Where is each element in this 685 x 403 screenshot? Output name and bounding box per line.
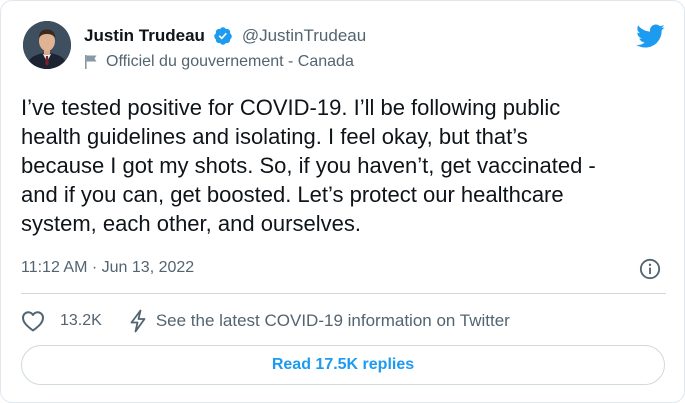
timestamp-separator: ·	[91, 259, 98, 276]
twitter-bird-icon[interactable]	[635, 23, 665, 49]
avatar[interactable]	[23, 21, 71, 69]
verified-badge-icon	[213, 26, 233, 46]
flag-icon	[85, 55, 97, 69]
tweet-text: I’ve tested positive for COVID-19. I’ll …	[21, 95, 596, 236]
read-replies-button[interactable]: Read 17.5K replies	[21, 345, 665, 385]
author-name[interactable]: Justin Trudeau	[84, 26, 205, 45]
author-handle[interactable]: @JustinTrudeau	[242, 26, 366, 45]
government-label: Officiel du gouvernement - Canada	[84, 53, 354, 71]
tweet-time: 11:12 AM	[21, 259, 88, 276]
author-info: Justin Trudeau @JustinTrudeau	[84, 26, 366, 46]
like-count[interactable]: 13.2K	[60, 312, 102, 330]
divider	[21, 293, 666, 294]
covid-info-link[interactable]: See the latest COVID-19 information on T…	[156, 311, 510, 331]
tweet-date: Jun 13, 2022	[101, 259, 195, 276]
tweet-card: Justin Trudeau @JustinTrudeau Officiel d…	[0, 0, 685, 403]
lightning-icon[interactable]	[128, 309, 148, 333]
info-icon[interactable]	[639, 258, 661, 280]
tweet-actions: 13.2K See the latest COVID-19 informatio…	[21, 308, 510, 334]
tweet-timestamp[interactable]: 11:12 AM · Jun 13, 2022	[21, 259, 194, 277]
heart-icon[interactable]	[21, 310, 45, 332]
avatar-photo	[23, 21, 71, 69]
government-label-text: Officiel du gouvernement - Canada	[106, 53, 354, 70]
read-replies-label: Read 17.5K replies	[271, 356, 415, 373]
